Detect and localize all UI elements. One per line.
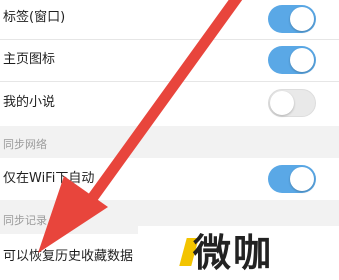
wifi-only-toggle[interactable] — [268, 165, 316, 193]
watermark-logo: 微咖 — [138, 226, 339, 280]
tabs-toggle[interactable] — [268, 5, 316, 33]
setting-row-tabs[interactable]: 标签(窗口) — [0, 0, 339, 39]
section-header-sync-network: 同步网络 — [3, 138, 47, 151]
setting-row-wifi-only[interactable]: 仅在WiFi下自动 — [0, 158, 339, 200]
setting-row-my-novels[interactable]: 我的小说 — [0, 82, 339, 126]
toggle-knob — [290, 48, 314, 72]
watermark-text: 微咖 — [193, 231, 274, 275]
setting-label-wifi-only: 仅在WiFi下自动 — [3, 171, 95, 186]
setting-label-my-novels: 我的小说 — [3, 95, 56, 110]
home-icon-toggle[interactable] — [268, 46, 316, 74]
toggle-knob — [290, 7, 314, 31]
toggle-knob — [290, 167, 314, 191]
setting-label-restore-history: 可以恢复历史收藏数据 — [3, 249, 134, 264]
setting-label-home-icon: 主页图标 — [3, 52, 56, 67]
toggle-knob — [270, 91, 294, 115]
my-novels-toggle[interactable] — [268, 89, 316, 117]
setting-label-tabs: 标签(窗口) — [3, 10, 66, 25]
setting-row-home-icon[interactable]: 主页图标 — [0, 40, 339, 81]
section-header-sync-records: 同步记录 — [3, 214, 47, 227]
